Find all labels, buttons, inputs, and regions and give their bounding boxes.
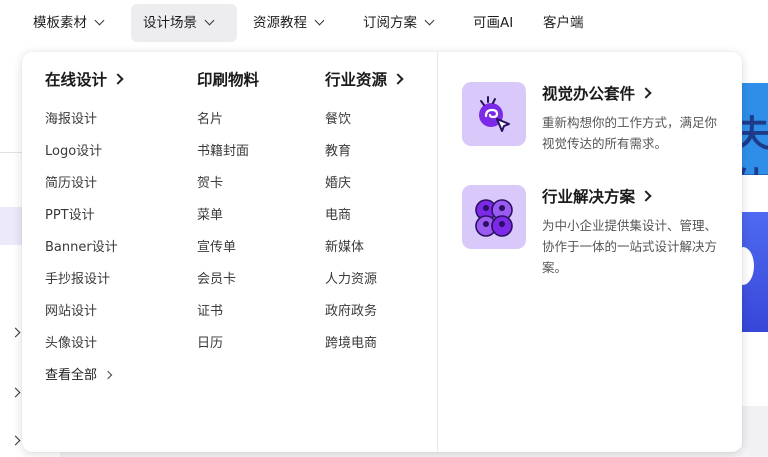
- chevron-down-icon: [204, 15, 215, 26]
- column-heading-industry[interactable]: 行业资源: [325, 68, 404, 92]
- nav-resources[interactable]: 资源教程: [253, 4, 325, 42]
- chevron-right-icon: [640, 87, 652, 99]
- nav-templates[interactable]: 模板素材: [33, 4, 105, 42]
- menu-item-ppt[interactable]: PPT设计: [45, 200, 122, 232]
- industry-solutions-icon: [462, 185, 526, 249]
- menu-item-cross-border-ecommerce[interactable]: 跨境电商: [325, 328, 402, 360]
- menu-item-certificate[interactable]: 证书: [197, 296, 259, 328]
- menu-item-business-card[interactable]: 名片: [197, 104, 259, 136]
- menu-item-book-cover[interactable]: 书籍封面: [197, 136, 259, 168]
- promo-banner[interactable]: 夫体: [742, 83, 768, 175]
- chevron-down-icon: [94, 15, 105, 26]
- nav-label: 设计场景: [143, 15, 197, 31]
- menu-item-logo[interactable]: Logo设计: [45, 136, 122, 168]
- menu-item-calendar[interactable]: 日历: [197, 328, 259, 360]
- menu-item-avatar[interactable]: 头像设计: [45, 328, 122, 360]
- column-title: 在线设计: [45, 71, 108, 89]
- menu-item-website[interactable]: 网站设计: [45, 296, 122, 328]
- menu-item-hr[interactable]: 人力资源: [325, 264, 402, 296]
- menu-item-new-media[interactable]: 新媒体: [325, 232, 402, 264]
- column-heading-online-design[interactable]: 在线设计: [45, 68, 124, 92]
- nav-client[interactable]: 客户端: [543, 4, 584, 42]
- page-divider: [0, 152, 22, 153]
- sidebar-highlight: [0, 207, 22, 245]
- chevron-down-icon: [424, 15, 435, 26]
- nav-ai[interactable]: 可画AI: [473, 4, 513, 42]
- card-title: 视觉办公套件: [542, 82, 652, 106]
- card-description: 为中小企业提供集设计、管理、协作于一体的一站式设计解决方案。: [542, 218, 718, 275]
- chevron-right-icon: [640, 190, 652, 202]
- card-description: 重新构想你的工作方式，满足你视觉传达的所有需求。: [542, 115, 718, 151]
- menu-item-banner[interactable]: Banner设计: [45, 232, 122, 264]
- nav-label: 模板素材: [33, 15, 87, 31]
- nav-label: 客户端: [543, 15, 584, 31]
- menu-item-handwritten-poster[interactable]: 手抄报设计: [45, 264, 122, 296]
- menu-item-ecommerce[interactable]: 电商: [325, 200, 402, 232]
- chevron-right-icon[interactable]: [10, 327, 21, 338]
- card-title-text: 行业解决方案: [542, 188, 636, 206]
- chevron-right-icon: [392, 73, 404, 85]
- menu-item-resume[interactable]: 简历设计: [45, 168, 122, 200]
- chevron-right-icon: [112, 73, 124, 85]
- menu-column-industry: 行业资源 餐饮 教育 婚庆 电商 新媒体 人力资源 政府政务 跨境电商: [325, 68, 404, 360]
- card-industry-solutions[interactable]: 行业解决方案 为中小企业提供集设计、管理、协作于一体的一站式设计解决方案。: [462, 185, 722, 285]
- menu-item-menu[interactable]: 菜单: [197, 200, 259, 232]
- nav-label: 可画AI: [473, 15, 514, 31]
- menu-item-education[interactable]: 教育: [325, 136, 402, 168]
- banner-text: 夫体: [742, 114, 768, 175]
- menu-item-catering[interactable]: 餐饮: [325, 104, 402, 136]
- nav-label: 资源教程: [253, 15, 307, 31]
- chevron-right-icon[interactable]: [10, 435, 21, 446]
- chevron-right-icon[interactable]: [10, 387, 21, 398]
- design-scenes-dropdown: 在线设计 海报设计 Logo设计 简历设计 PPT设计 Banner设计 手抄报…: [22, 52, 742, 452]
- column-heading-print[interactable]: 印刷物料: [197, 68, 259, 92]
- card-title: 行业解决方案: [542, 185, 652, 209]
- menu-item-flyer[interactable]: 宣传单: [197, 232, 259, 264]
- chevron-right-icon: [103, 370, 113, 380]
- menu-item-government[interactable]: 政府政务: [325, 296, 402, 328]
- menu-column-print: 印刷物料 名片 书籍封面 贺卡 菜单 宣传单 会员卡 证书 日历: [197, 68, 259, 360]
- see-all-label: 查看全部: [45, 368, 98, 383]
- menu-divider: [437, 52, 438, 452]
- top-navigation: 模板素材 设计场景 资源教程 订阅方案 可画AI 客户端: [0, 0, 768, 46]
- chevron-down-icon: [314, 15, 325, 26]
- column-title: 印刷物料: [197, 71, 260, 89]
- menu-item-greeting-card[interactable]: 贺卡: [197, 168, 259, 200]
- menu-item-poster[interactable]: 海报设计: [45, 104, 122, 136]
- card-visual-office-suite[interactable]: 视觉办公套件 重新构想你的工作方式，满足你视觉传达的所有需求。: [462, 82, 722, 152]
- menu-item-wedding[interactable]: 婚庆: [325, 168, 402, 200]
- see-all-link[interactable]: 查看全部: [45, 360, 122, 392]
- office-suite-icon: [462, 82, 526, 146]
- column-title: 行业资源: [325, 71, 388, 89]
- nav-label: 订阅方案: [363, 15, 417, 31]
- menu-item-membership-card[interactable]: 会员卡: [197, 264, 259, 296]
- nav-design-scenes[interactable]: 设计场景: [131, 4, 237, 42]
- menu-column-online-design: 在线设计 海报设计 Logo设计 简历设计 PPT设计 Banner设计 手抄报…: [45, 68, 124, 392]
- nav-subscription[interactable]: 订阅方案: [363, 4, 435, 42]
- card-title-text: 视觉办公套件: [542, 85, 636, 103]
